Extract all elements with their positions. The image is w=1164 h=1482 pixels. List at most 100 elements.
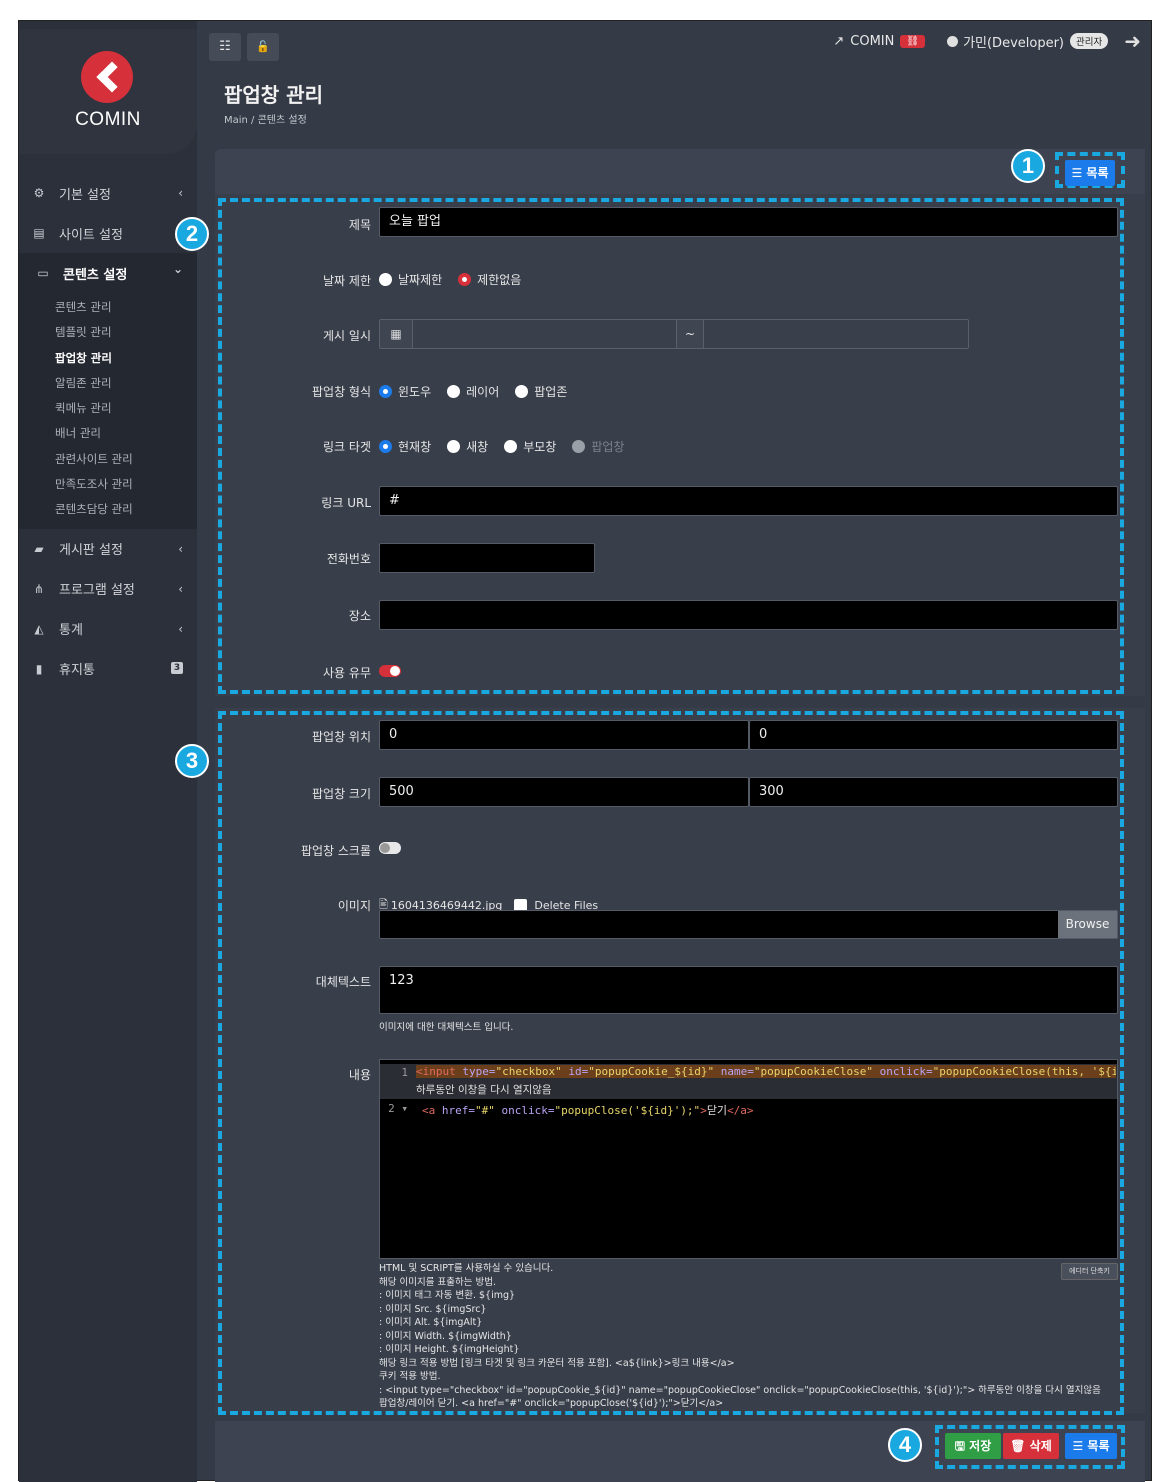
size-label: 팝업창 크기 xyxy=(311,787,371,801)
position-x-input[interactable]: 0 xyxy=(379,720,749,750)
alt-help-text: 이미지에 대한 대체텍스트 입니다. xyxy=(379,1022,514,1033)
unlock-button[interactable]: 🔓 xyxy=(247,33,279,61)
date-limit-radios: 날짜제한 제한없음 xyxy=(379,271,537,288)
browse-button[interactable]: Browse xyxy=(1058,911,1117,938)
sidebar-subitem-related-site[interactable]: 관련사이트 관리 xyxy=(19,447,197,472)
alt-text-input[interactable]: 123 xyxy=(379,966,1118,1014)
scroll-label: 팝업창 스크롤 xyxy=(300,844,371,858)
list-icon: ☷ xyxy=(219,39,231,54)
radio-no-limit[interactable] xyxy=(458,273,472,286)
list-button-top[interactable]: ☰ 목록 xyxy=(1065,160,1115,186)
logo[interactable]: COMIN xyxy=(19,29,197,154)
code-line-1-wrap: 하루동안 이창을 다시 열지않음 xyxy=(416,1084,552,1096)
sidebar-nav: ⚙ 기본 설정 ‹ ▤ 사이트 설정 ▭ 콘텐츠 설정 ⌄ 콘텐츠 관리 템플릿… xyxy=(19,173,197,689)
sidebar-item-label: 프로그램 설정 xyxy=(59,583,135,599)
radio-label: 팝업창 xyxy=(591,440,625,454)
folder-icon: ▭ xyxy=(37,266,49,280)
end-date-input[interactable] xyxy=(704,320,968,348)
sidebar-subitem-template[interactable]: 템플릿 관리 xyxy=(19,320,197,345)
code-editor[interactable]: 1 <input type="checkbox" id="popupCookie… xyxy=(379,1059,1118,1259)
sidebar-subitem-quick-menu[interactable]: 퀵메뉴 관리 xyxy=(19,396,197,421)
radio-date-limit[interactable] xyxy=(379,273,392,286)
radio-window[interactable] xyxy=(379,385,392,398)
radio-popup-window xyxy=(572,440,586,453)
delete-button[interactable]: 🗑 삭제 xyxy=(1003,1433,1059,1459)
logout-icon[interactable]: ➜ xyxy=(1124,29,1141,53)
sidebar-subitem-banner[interactable]: 배너 관리 xyxy=(19,421,197,446)
link-url-input[interactable]: # xyxy=(379,486,1118,516)
content-label: 내용 xyxy=(348,1068,371,1082)
toggle-sidebar-button[interactable]: ☷ xyxy=(209,33,241,61)
sidebar-subitem-notice-zone[interactable]: 알림존 관리 xyxy=(19,371,197,396)
help-line: : 이미지 Width. ${imgWidth} xyxy=(379,1330,512,1342)
link-icon[interactable]: ⛓ xyxy=(900,34,926,48)
radio-parent-window[interactable] xyxy=(504,440,518,453)
save-button-label: 저장 xyxy=(969,1439,992,1453)
position-label: 팝업창 위치 xyxy=(311,730,371,744)
post-date-label: 게시 일시 xyxy=(323,329,371,343)
title-input[interactable]: 오늘 팝업 xyxy=(379,207,1118,237)
sidebar-item-label: 기본 설정 xyxy=(59,187,111,203)
sidebar-subitem-survey[interactable]: 만족도조사 관리 xyxy=(19,472,197,497)
sidebar-item-label: 휴지통 xyxy=(59,663,95,679)
radio-current-window[interactable] xyxy=(379,440,392,453)
chart-icon: ◭ xyxy=(34,621,44,636)
page-title: 팝업창 관리 xyxy=(224,83,323,107)
sidebar-item-basic-settings[interactable]: ⚙ 기본 설정 ‹ xyxy=(19,173,197,213)
sidebar-subitem-content[interactable]: 콘텐츠 관리 xyxy=(19,295,197,320)
sidebar: COMIN ⚙ 기본 설정 ‹ ▤ 사이트 설정 ▭ 콘텐츠 설정 ⌄ 콘텐츠 … xyxy=(19,21,197,1482)
file-input[interactable] xyxy=(379,910,1118,939)
list-button-label: 목록 xyxy=(1086,166,1109,180)
place-input[interactable] xyxy=(379,600,1118,630)
start-date-input[interactable] xyxy=(412,320,676,348)
position-y-input[interactable]: 0 xyxy=(749,720,1118,750)
panel-header xyxy=(215,149,1145,194)
link-target-label: 링크 타겟 xyxy=(323,440,371,454)
size-height-input[interactable]: 300 xyxy=(749,777,1118,807)
popup-type-label: 팝업창 형식 xyxy=(311,385,371,399)
sidebar-item-board-settings[interactable]: ▰ 게시판 설정 ‹ xyxy=(19,529,197,569)
logo-icon xyxy=(81,51,133,103)
place-label: 장소 xyxy=(348,609,371,623)
sitemap-icon: ⋔ xyxy=(33,581,45,596)
sidebar-submenu: 콘텐츠 관리 템플릿 관리 팝업창 관리 알림존 관리 퀵메뉴 관리 배너 관리… xyxy=(19,293,197,529)
chevron-left-icon: ‹ xyxy=(178,621,183,636)
use-toggle[interactable] xyxy=(379,665,401,677)
sidebar-item-label: 게시판 설정 xyxy=(59,543,123,559)
sidebar-item-site-settings[interactable]: ▤ 사이트 설정 xyxy=(19,213,197,253)
size-width-input[interactable]: 500 xyxy=(379,777,749,807)
save-button[interactable]: 🖫 저장 xyxy=(945,1433,1001,1459)
user-name[interactable]: 가민(Developer) xyxy=(963,32,1064,51)
scroll-toggle[interactable] xyxy=(379,842,401,854)
site-link[interactable]: COMIN xyxy=(850,34,894,49)
logo-text: COMIN xyxy=(75,109,141,130)
gears-icon: ⚙ xyxy=(33,186,45,200)
sidebar-subitem-popup[interactable]: 팝업창 관리 xyxy=(19,346,197,371)
radio-label: 부모창 xyxy=(523,440,557,454)
line-number: 2 ▾ xyxy=(388,1102,408,1115)
marker-3: 3 xyxy=(175,744,209,778)
content-help: HTML 및 SCRIPT를 사용하실 수 있습니다. 해당 이미지를 표출하는… xyxy=(379,1262,1119,1411)
radio-new-window[interactable] xyxy=(447,440,461,453)
date-separator: ~ xyxy=(676,320,704,348)
chevron-down-icon: ⌄ xyxy=(172,262,183,276)
unlock-icon: 🔓 xyxy=(256,40,270,53)
radio-layer[interactable] xyxy=(447,385,461,398)
sidebar-item-label: 통계 xyxy=(59,623,83,639)
sidebar-item-content-settings[interactable]: ▭ 콘텐츠 설정 ⌄ xyxy=(19,253,197,293)
delete-button-label: 삭제 xyxy=(1029,1439,1052,1453)
calendar-icon: ▦ xyxy=(390,327,402,341)
list-button-bottom[interactable]: ☰ 목록 xyxy=(1065,1433,1117,1459)
radio-popup-zone[interactable] xyxy=(515,385,529,398)
sidebar-item-program-settings[interactable]: ⋔ 프로그램 설정 ‹ xyxy=(19,569,197,609)
sidebar-item-trash[interactable]: ▮ 휴지통 3 xyxy=(19,649,197,689)
sidebar-item-statistics[interactable]: ◭ 통계 ‹ xyxy=(19,609,197,649)
phone-input[interactable] xyxy=(379,543,595,573)
breadcrumb: Main / 콘텐츠 설정 xyxy=(224,115,307,126)
list-button-label: 목록 xyxy=(1087,1439,1110,1453)
radio-label: 제한없음 xyxy=(477,273,522,287)
help-line: 쿠키 적용 방법. xyxy=(379,1371,441,1382)
help-line: : 이미지 Alt. ${imgAlt} xyxy=(379,1317,483,1328)
sidebar-subitem-content-manager[interactable]: 콘텐츠담당 관리 xyxy=(19,497,197,522)
trash-count-badge: 3 xyxy=(171,661,183,674)
